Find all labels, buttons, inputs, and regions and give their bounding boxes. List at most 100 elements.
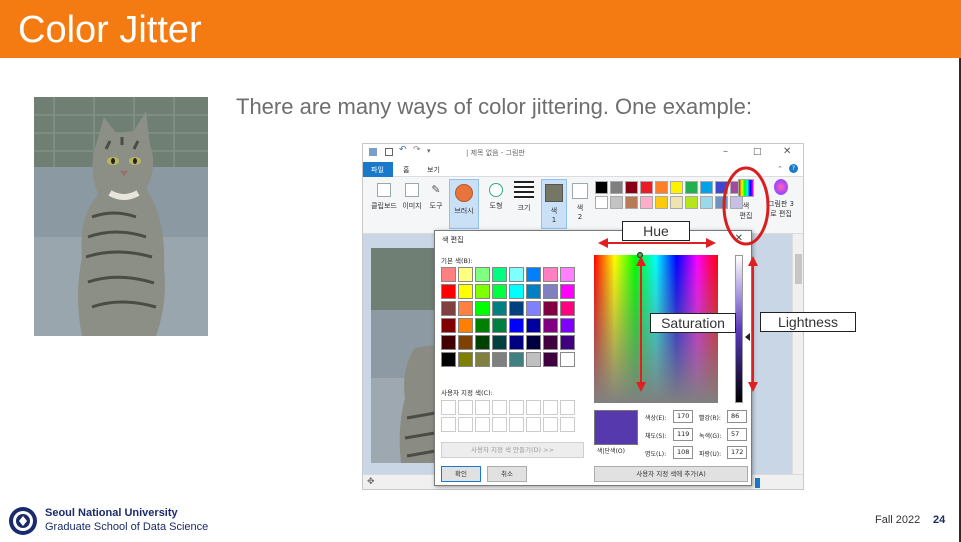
shapes-group[interactable]: 도형 — [483, 183, 509, 211]
palette-swatch[interactable] — [625, 181, 638, 194]
basic-color-swatch[interactable] — [526, 301, 541, 316]
custom-color-swatch[interactable] — [458, 417, 473, 432]
basic-color-swatch[interactable] — [492, 352, 507, 367]
size-button[interactable]: 크기 — [511, 181, 537, 213]
basic-color-swatch[interactable] — [543, 267, 558, 282]
palette-swatch[interactable] — [670, 196, 683, 209]
customize-toolbar-icon[interactable]: ▾ — [427, 147, 435, 155]
custom-color-swatch[interactable] — [492, 400, 507, 415]
red-input[interactable]: 86 — [727, 410, 747, 423]
basic-color-swatch[interactable] — [560, 284, 575, 299]
define-custom-colors-button[interactable]: 사용자 지정 색 만들기(D) >> — [441, 442, 584, 458]
palette-swatch[interactable] — [610, 181, 623, 194]
image-group[interactable]: 이미지 — [399, 183, 425, 211]
custom-color-swatch[interactable] — [475, 400, 490, 415]
luminosity-arrow-icon[interactable] — [745, 333, 750, 341]
basic-color-swatch[interactable] — [492, 267, 507, 282]
tab-home[interactable]: 홈 — [397, 164, 415, 176]
basic-color-swatch[interactable] — [543, 318, 558, 333]
custom-color-swatch[interactable] — [526, 417, 541, 432]
dialog-close-icon[interactable]: ✕ — [735, 233, 743, 244]
palette-swatch[interactable] — [700, 196, 713, 209]
green-input[interactable]: 57 — [727, 428, 747, 441]
basic-color-swatch[interactable] — [543, 335, 558, 350]
basic-color-swatch[interactable] — [560, 318, 575, 333]
basic-color-swatch[interactable] — [475, 301, 490, 316]
basic-color-swatch[interactable] — [526, 352, 541, 367]
basic-color-swatch[interactable] — [526, 335, 541, 350]
palette-swatch[interactable] — [670, 181, 683, 194]
basic-color-swatch[interactable] — [475, 318, 490, 333]
brushes-button[interactable]: 브러시 — [449, 179, 479, 229]
color1-button[interactable]: 색 1 — [541, 179, 567, 229]
basic-color-swatch[interactable] — [543, 284, 558, 299]
basic-color-swatch[interactable] — [441, 335, 456, 350]
basic-color-swatch[interactable] — [441, 284, 456, 299]
basic-color-swatch[interactable] — [492, 301, 507, 316]
lightness-input[interactable]: 108 — [673, 446, 693, 459]
tab-file[interactable]: 파일 — [363, 162, 393, 177]
basic-color-swatch[interactable] — [509, 352, 524, 367]
palette-swatch[interactable] — [700, 181, 713, 194]
vertical-scrollbar[interactable] — [792, 234, 803, 474]
basic-color-swatch[interactable] — [458, 284, 473, 299]
custom-color-swatch[interactable] — [560, 400, 575, 415]
custom-color-swatch[interactable] — [560, 417, 575, 432]
blue-input[interactable]: 172 — [727, 446, 747, 459]
palette-swatch[interactable] — [640, 181, 653, 194]
canvas-image[interactable] — [371, 248, 441, 463]
basic-color-swatch[interactable] — [509, 284, 524, 299]
tools-group[interactable]: ✎ 도구 — [425, 183, 447, 211]
basic-color-swatch[interactable] — [458, 352, 473, 367]
basic-color-swatch[interactable] — [509, 318, 524, 333]
save-icon[interactable] — [385, 148, 393, 156]
basic-color-swatch[interactable] — [492, 318, 507, 333]
color2-button[interactable]: 색 2 — [569, 179, 591, 221]
palette-swatch[interactable] — [595, 181, 608, 194]
custom-color-swatch[interactable] — [526, 400, 541, 415]
basic-color-swatch[interactable] — [475, 284, 490, 299]
paint3d-button[interactable]: 그림판 3 로 편집 — [763, 179, 799, 219]
basic-color-swatch[interactable] — [560, 267, 575, 282]
custom-color-swatch[interactable] — [458, 400, 473, 415]
basic-color-swatch[interactable] — [441, 301, 456, 316]
palette-swatch[interactable] — [655, 181, 668, 194]
palette-swatch[interactable] — [655, 196, 668, 209]
basic-color-swatch[interactable] — [560, 301, 575, 316]
tab-view[interactable]: 보기 — [421, 164, 446, 176]
basic-color-swatch[interactable] — [475, 352, 490, 367]
edit-colors-button[interactable]: 색 편집 — [735, 179, 757, 221]
basic-color-swatch[interactable] — [492, 335, 507, 350]
custom-color-swatch[interactable] — [492, 417, 507, 432]
basic-color-swatch[interactable] — [475, 267, 490, 282]
saturation-input[interactable]: 119 — [673, 428, 693, 441]
palette-swatch[interactable] — [595, 196, 608, 209]
basic-color-swatch[interactable] — [441, 352, 456, 367]
palette-swatch[interactable] — [715, 181, 728, 194]
basic-color-swatch[interactable] — [492, 284, 507, 299]
palette-swatch[interactable] — [715, 196, 728, 209]
basic-color-swatch[interactable] — [458, 267, 473, 282]
ok-button[interactable]: 확인 — [441, 466, 481, 482]
palette-swatch[interactable] — [610, 196, 623, 209]
basic-color-swatch[interactable] — [526, 318, 541, 333]
minimize-icon[interactable]: – — [723, 147, 728, 157]
palette-swatch[interactable] — [685, 196, 698, 209]
palette-swatch[interactable] — [640, 196, 653, 209]
basic-color-swatch[interactable] — [509, 335, 524, 350]
scroll-thumb[interactable] — [795, 254, 802, 284]
redo-icon[interactable]: ↷ — [413, 145, 421, 155]
collapse-ribbon-icon[interactable]: ⌃ — [777, 165, 783, 173]
undo-icon[interactable]: ↶ — [399, 145, 407, 155]
basic-color-swatch[interactable] — [543, 352, 558, 367]
luminosity-slider[interactable] — [735, 255, 743, 403]
palette-swatch[interactable] — [625, 196, 638, 209]
basic-color-swatch[interactable] — [526, 284, 541, 299]
palette-swatch[interactable] — [685, 181, 698, 194]
hue-input[interactable]: 170 — [673, 410, 693, 423]
zoom-slider-thumb[interactable] — [755, 478, 760, 488]
add-to-custom-colors-button[interactable]: 사용자 지정 색에 추가(A) — [594, 466, 748, 482]
custom-color-swatch[interactable] — [441, 400, 456, 415]
basic-color-swatch[interactable] — [458, 301, 473, 316]
cancel-button[interactable]: 취소 — [487, 466, 527, 482]
